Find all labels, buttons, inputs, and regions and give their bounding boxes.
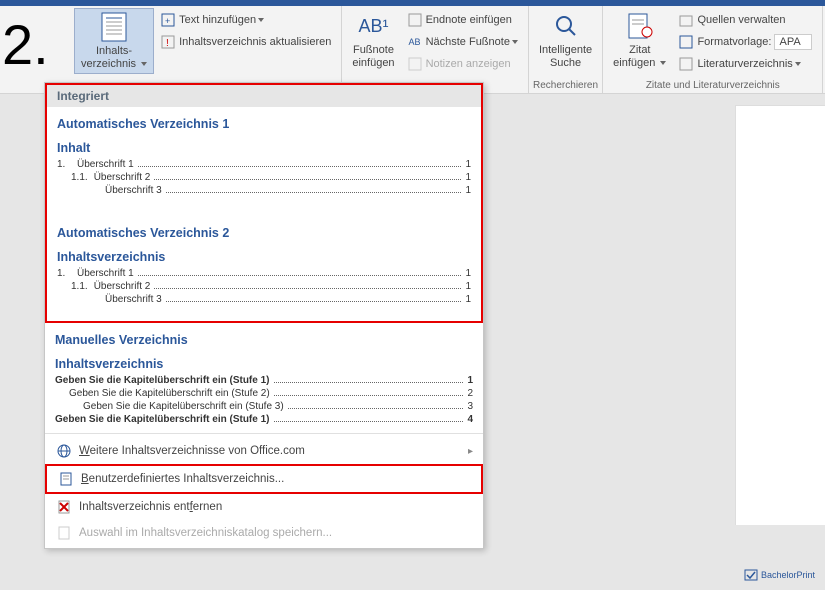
bibliography-button[interactable]: Literaturverzeichnis [674, 54, 816, 74]
toc-row: 1.1.Überschrift 21 [57, 172, 471, 183]
step-number: 2. [2, 12, 49, 77]
toc-button-label: Inhalts- verzeichnis [81, 45, 147, 71]
chevron-right-icon: ▸ [468, 446, 473, 457]
update-toc-icon: ! [160, 34, 176, 50]
insert-citation-button[interactable]: Zitat einfügen [607, 8, 672, 72]
bachelorprint-logo: BachelorPrint [744, 568, 815, 582]
toc-row: Geben Sie die Kapitelüberschrift ein (St… [55, 414, 473, 425]
toc-row: 1.1.Überschrift 21 [57, 281, 471, 292]
smart-lookup-icon [550, 10, 582, 42]
toc-dropdown: Integriert Automatisches Verzeichnis 1 I… [44, 82, 484, 549]
footnote-icon: AB¹ [357, 10, 389, 42]
group-citations-label: Zitate und Literaturverzeichnis [607, 78, 818, 93]
gallery-manual-title: Manuelles Verzeichnis [55, 333, 473, 347]
save-icon [55, 525, 73, 541]
add-text-button[interactable]: + Text hinzufügen [156, 10, 335, 30]
more-from-office-item[interactable]: Weitere Inhaltsverzeichnisse von Office.… [45, 438, 483, 464]
toc-row: 1.Überschrift 11 [57, 268, 471, 279]
style-value[interactable]: APA [774, 34, 812, 50]
citation-icon [624, 10, 656, 42]
gallery-auto2[interactable]: Automatisches Verzeichnis 2 Inhaltsverze… [47, 216, 481, 311]
remove-icon [55, 499, 73, 515]
auto2-heading: Inhaltsverzeichnis [57, 250, 471, 264]
group-research-label: Recherchieren [533, 78, 598, 93]
insert-endnote-button[interactable]: Endnote einfügen [403, 10, 522, 30]
document-page [735, 105, 825, 525]
save-selection-item: Auswahl im Inhaltsverzeichniskatalog spe… [45, 520, 483, 546]
toc-row: Überschrift 31 [57, 185, 471, 196]
auto1-heading: Inhalt [57, 141, 471, 155]
builtin-header: Integriert [47, 85, 481, 107]
next-footnote-icon: AB [407, 34, 423, 50]
gallery-manual[interactable]: Manuelles Verzeichnis Inhaltsverzeichnis… [45, 323, 483, 431]
manage-sources-icon [678, 12, 694, 28]
gallery-auto2-title: Automatisches Verzeichnis 2 [57, 226, 471, 240]
endnote-icon [407, 12, 423, 28]
bibliography-icon [678, 56, 694, 72]
show-notes-button: Notizen anzeigen [403, 54, 522, 74]
custom-toc-item[interactable]: Benutzerdefiniertes Inhaltsverzeichnis..… [45, 464, 483, 494]
style-selector[interactable]: Formatvorlage: APA [674, 32, 816, 52]
toc-row: Geben Sie die Kapitelüberschrift ein (St… [55, 375, 473, 386]
manual-heading: Inhaltsverzeichnis [55, 357, 473, 371]
toc-row: Geben Sie die Kapitelüberschrift ein (St… [55, 401, 473, 412]
gallery-auto1[interactable]: Automatisches Verzeichnis 1 Inhalt 1.Übe… [47, 107, 481, 202]
ribbon: Inhalts- verzeichnis + Text hinzufügen !… [0, 6, 825, 94]
toc-row: Überschrift 31 [57, 294, 471, 305]
svg-text:+: + [165, 16, 170, 26]
manage-sources-button[interactable]: Quellen verwalten [674, 10, 816, 30]
show-notes-icon [407, 56, 423, 72]
doc-icon [57, 471, 75, 487]
add-text-icon: + [160, 12, 176, 28]
toc-button[interactable]: Inhalts- verzeichnis [74, 8, 154, 74]
style-icon [678, 34, 694, 50]
insert-footnote-button[interactable]: AB¹ Fußnote einfügen [346, 8, 400, 72]
remove-toc-item[interactable]: Inhaltsverzeichnis entfernen [45, 494, 483, 520]
toc-icon [98, 11, 130, 43]
update-toc-button[interactable]: ! Inhaltsverzeichnis aktualisieren [156, 32, 335, 52]
smart-lookup-button[interactable]: Intelligente Suche [533, 8, 598, 72]
globe-icon [55, 443, 73, 459]
svg-text:!: ! [166, 38, 169, 49]
gallery-auto1-title: Automatisches Verzeichnis 1 [57, 117, 471, 131]
next-footnote-button[interactable]: AB Nächste Fußnote [403, 32, 522, 52]
toc-row: Geben Sie die Kapitelüberschrift ein (St… [55, 388, 473, 399]
toc-row: 1.Überschrift 11 [57, 159, 471, 170]
